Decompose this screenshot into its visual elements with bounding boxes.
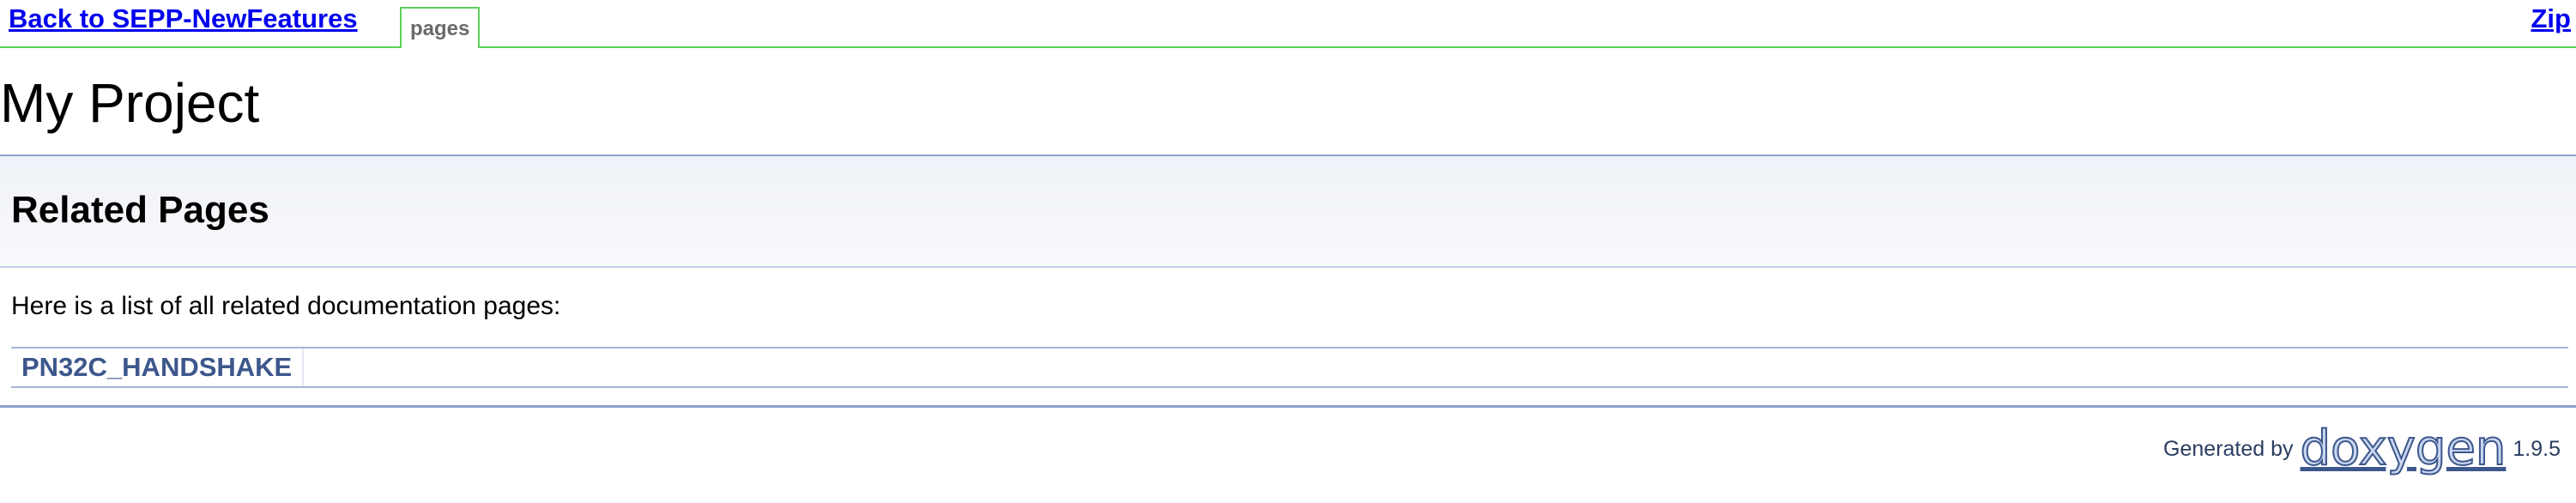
- top-nav-bar: Back to SEPP-NewFeatures pages Zip: [0, 0, 2576, 48]
- page-link-pn32c-handshake[interactable]: PN32C_HANDSHAKE: [11, 348, 305, 386]
- related-pages-list: PN32C_HANDSHAKE: [11, 347, 2568, 388]
- intro-text: Here is a list of all related documentat…: [11, 292, 561, 320]
- generated-by-text: Generated by: [2163, 436, 2294, 461]
- page-header: Related Pages: [0, 155, 2576, 268]
- footer: Generated by doxygen 1.9.5: [2163, 422, 2561, 476]
- footer-divider: [0, 405, 2576, 408]
- zip-download-link[interactable]: Zip: [2531, 3, 2572, 34]
- doxygen-version: 1.9.5: [2513, 436, 2561, 461]
- tab-pages[interactable]: pages: [400, 7, 481, 48]
- project-title: My Project: [0, 72, 260, 134]
- back-to-project-link[interactable]: Back to SEPP-NewFeatures: [9, 3, 358, 34]
- page-title: Related Pages: [11, 189, 269, 231]
- doxygen-logo-link[interactable]: doxygen: [2300, 424, 2507, 474]
